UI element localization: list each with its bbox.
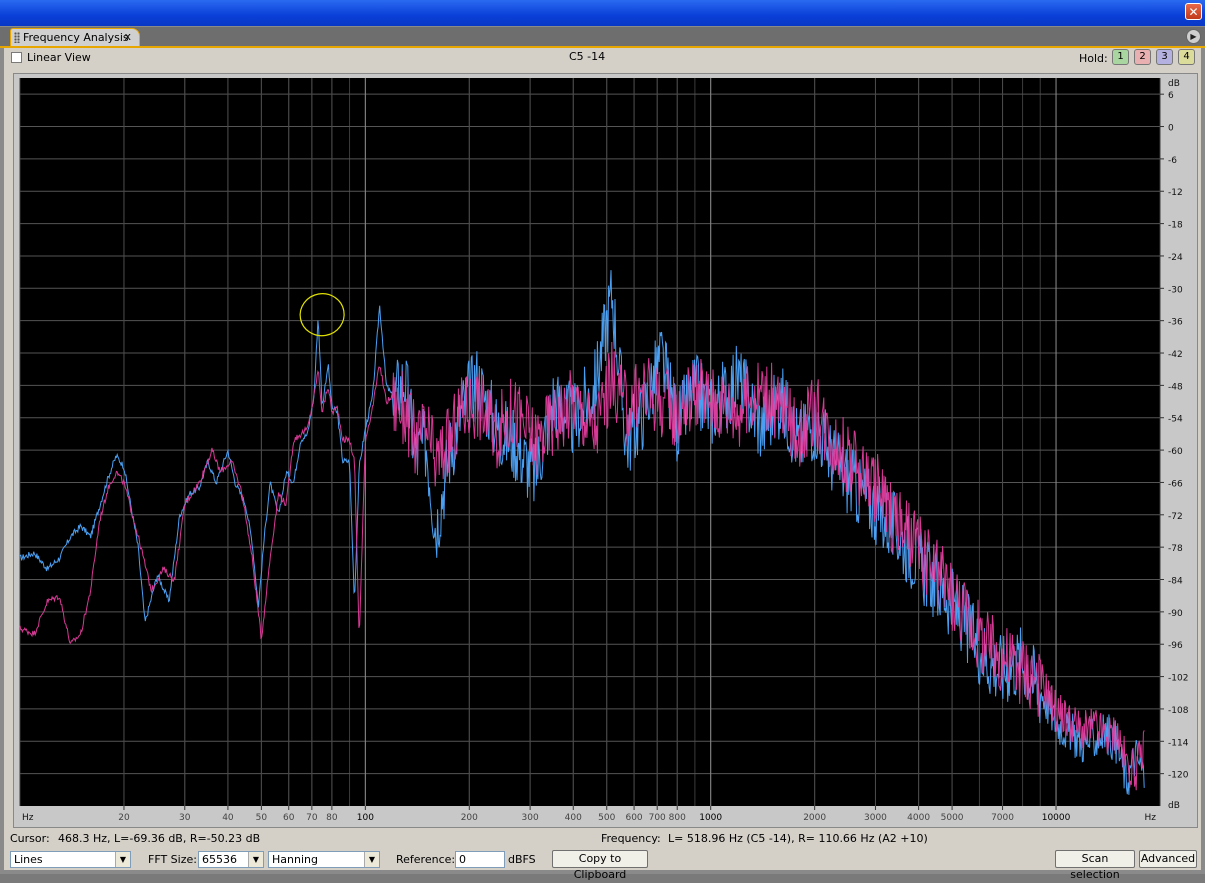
y-tick-label: -42 [1168,350,1183,360]
tab-frequency-analysis[interactable]: Frequency Analysis x [10,28,140,46]
y-tick-label: 6 [1168,91,1174,101]
y-tick-label: -84 [1168,577,1183,587]
x-unit-label-right: Hz [1145,813,1157,823]
x-tick-label: 700 [649,813,666,823]
x-tick-label: 60 [283,813,295,823]
hold-button-1[interactable]: 1 [1112,49,1129,65]
tab-strip: Frequency Analysis x [0,27,1205,48]
copy-to-clipboard-button[interactable]: Copy to Clipboard [552,850,648,881]
y-tick-label: -60 [1168,447,1183,457]
advanced-button[interactable]: Advanced [1139,850,1197,868]
hold-button-3[interactable]: 3 [1156,49,1173,65]
scan-selection-button[interactable]: Scan selection [1055,850,1135,881]
x-tick-label: 300 [522,813,539,823]
y-tick-label: -6 [1168,156,1177,166]
display-mode-value: Lines [14,853,43,866]
drag-grip-icon[interactable] [14,32,20,43]
y-unit-label-top: dB [1168,79,1180,89]
hold-button-4[interactable]: 4 [1178,49,1195,65]
reference-value: 0 [459,853,466,866]
y-tick-label: -24 [1168,253,1183,263]
y-tick-label: -66 [1168,479,1183,489]
cursor-readout: 468.3 Hz, L=-69.36 dB, R=-50.23 dB [58,832,261,845]
frequency-readout: L= 518.96 Hz (C5 -14), R= 110.66 Hz (A2 … [668,832,928,845]
y-tick-label: -78 [1168,544,1183,554]
y-tick-label: -108 [1168,706,1189,716]
x-tick-label: 50 [256,813,268,823]
x-tick-label: 200 [461,813,478,823]
y-tick-label: -30 [1168,285,1183,295]
y-tick-label: -54 [1168,415,1183,425]
y-tick-label: -12 [1168,188,1183,198]
window-function-value: Hanning [272,853,318,866]
x-tick-label: 70 [306,813,318,823]
display-mode-select[interactable]: Lines ▼ [10,851,131,868]
linear-view-checkbox[interactable] [11,52,22,63]
y-tick-label: 0 [1168,124,1174,134]
fft-size-label: FFT Size: [148,853,197,866]
hold-button-2[interactable]: 2 [1134,49,1151,65]
x-tick-label: 3000 [864,813,887,823]
x-tick-label: 4000 [907,813,930,823]
spectrum-plot-frame: 6 0 -6 -12 -18 -24 -30 -36 -42 -48 -54 -60 -66 -72 -78… [13,73,1198,828]
x-unit-label-left: Hz [22,813,34,823]
x-tick-label: 7000 [991,813,1014,823]
x-tick-label: 30 [179,813,191,823]
reference-label: Reference: [396,853,456,866]
x-tick-label: 10000 [1042,813,1071,823]
frequency-analysis-panel: Linear View C5 -14 Hold: 1234 6 0 -6 -12 -18… [4,48,1201,881]
x-tick-label: 600 [625,813,642,823]
chevron-down-icon[interactable]: ▼ [364,852,379,867]
hold-label: Hold: [1079,52,1108,65]
x-tick-label: 20 [118,813,130,823]
note-readout: C5 -14 [569,50,606,63]
window-titlebar: ✕ [0,0,1205,26]
y-tick-label: -90 [1168,609,1183,619]
tab-close-icon[interactable]: x [124,30,131,43]
y-unit-label-bottom: dB [1168,801,1180,811]
window-close-button[interactable]: ✕ [1185,3,1202,20]
linear-view-label[interactable]: Linear View [27,51,91,64]
panel-menu-icon[interactable]: ▶ [1186,29,1201,44]
spectrum-plot[interactable]: 60-6-12-18-24-30-36-42-48-54-60-66-72-78… [14,74,1197,827]
reference-unit: dBFS [508,853,536,866]
x-tick-label: 5000 [941,813,964,823]
plot-background[interactable] [20,78,1160,806]
x-tick-label: 500 [598,813,615,823]
fft-size-select[interactable]: 65536 ▼ [198,851,264,868]
window-function-select[interactable]: Hanning ▼ [268,851,380,868]
x-tick-label: 2000 [803,813,826,823]
y-tick-label: -72 [1168,512,1183,522]
y-tick-label: -114 [1168,738,1189,748]
y-tick-label: -36 [1168,318,1183,328]
x-tick-label: 100 [357,813,374,823]
y-tick-label: -120 [1168,771,1189,781]
y-tick-label: -48 [1168,382,1183,392]
cursor-label: Cursor: [10,832,50,845]
y-tick-label: -18 [1168,221,1183,231]
chevron-down-icon[interactable]: ▼ [115,852,130,867]
frequency-label: Frequency: [601,832,661,845]
chevron-down-icon[interactable]: ▼ [248,852,263,867]
reference-input[interactable]: 0 [455,851,505,868]
y-tick-label: -96 [1168,641,1183,651]
x-tick-label: 40 [222,813,234,823]
fft-size-value: 65536 [202,853,237,866]
tab-label: Frequency Analysis [23,31,129,44]
x-tick-label: 400 [565,813,582,823]
x-tick-label: 80 [326,813,338,823]
y-tick-label: -102 [1168,674,1188,684]
x-tick-label: 800 [669,813,686,823]
x-tick-label: 1000 [699,813,722,823]
